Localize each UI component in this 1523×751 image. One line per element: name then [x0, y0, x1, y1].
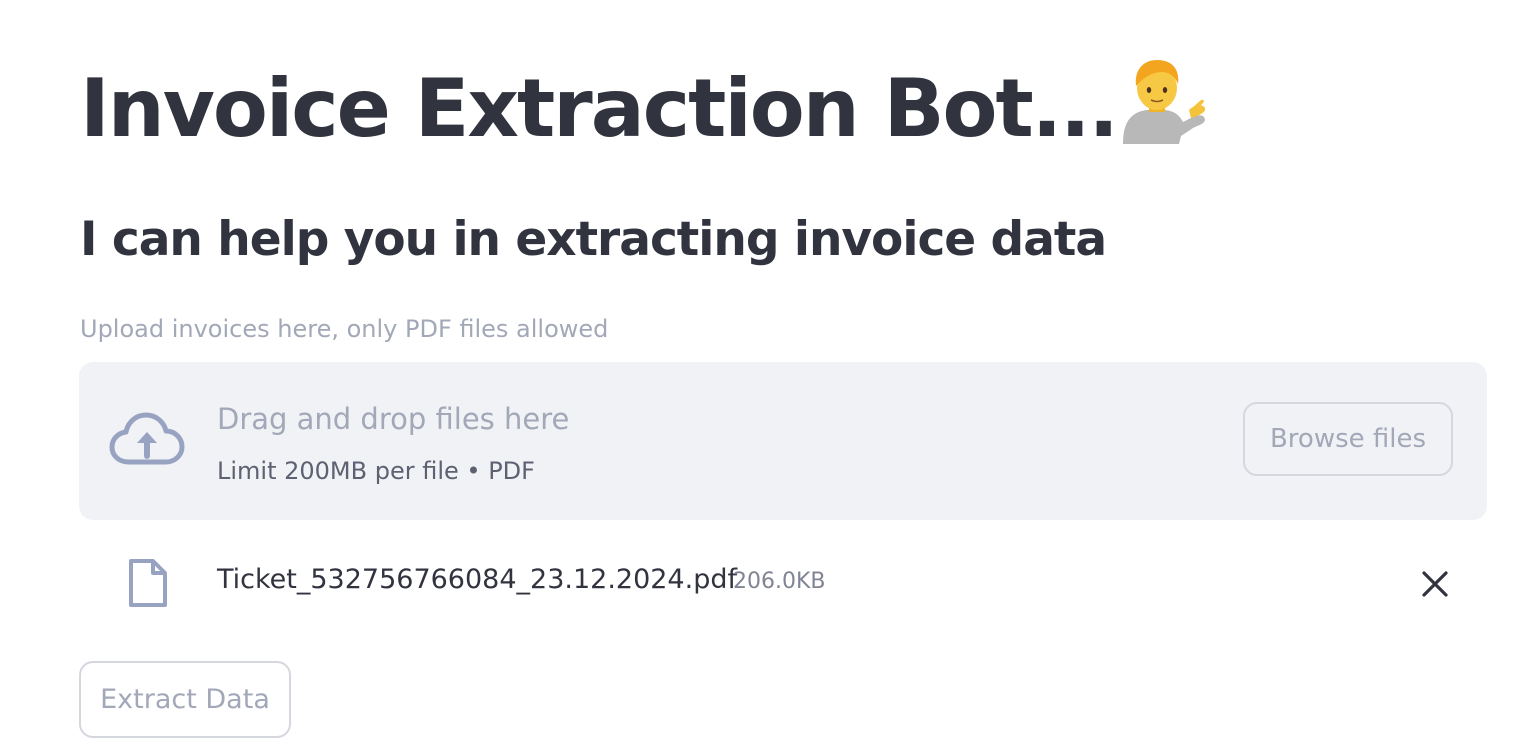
cloud-upload-icon [109, 410, 185, 470]
file-uploader-label: Upload invoices here, only PDF files all… [80, 315, 609, 343]
browse-files-button[interactable]: Browse files [1243, 402, 1453, 476]
person-tipping-hand-icon [1117, 58, 1207, 144]
extract-data-button[interactable]: Extract Data [79, 661, 291, 738]
uploaded-file-item: Ticket_532756766084_23.12.2024.pdf 206.0… [79, 548, 1487, 618]
dropzone-instructions: Drag and drop files here [217, 402, 570, 436]
uploaded-file-size: 206.0KB [733, 569, 826, 594]
page-title-text: Invoice Extraction Bot... [80, 62, 1119, 155]
dropzone-limit-text: Limit 200MB per file • PDF [217, 457, 535, 485]
close-icon[interactable] [1417, 566, 1453, 602]
uploaded-file-name: Ticket_532756766084_23.12.2024.pdf [217, 564, 737, 595]
page-title: Invoice Extraction Bot... [80, 58, 1207, 159]
file-dropzone[interactable]: Drag and drop files here Limit 200MB per… [79, 362, 1487, 520]
page-subtitle: I can help you in extracting invoice dat… [80, 212, 1107, 267]
app-page: Invoice Extraction Bot... I can help you… [0, 0, 1523, 751]
file-icon [127, 558, 169, 608]
